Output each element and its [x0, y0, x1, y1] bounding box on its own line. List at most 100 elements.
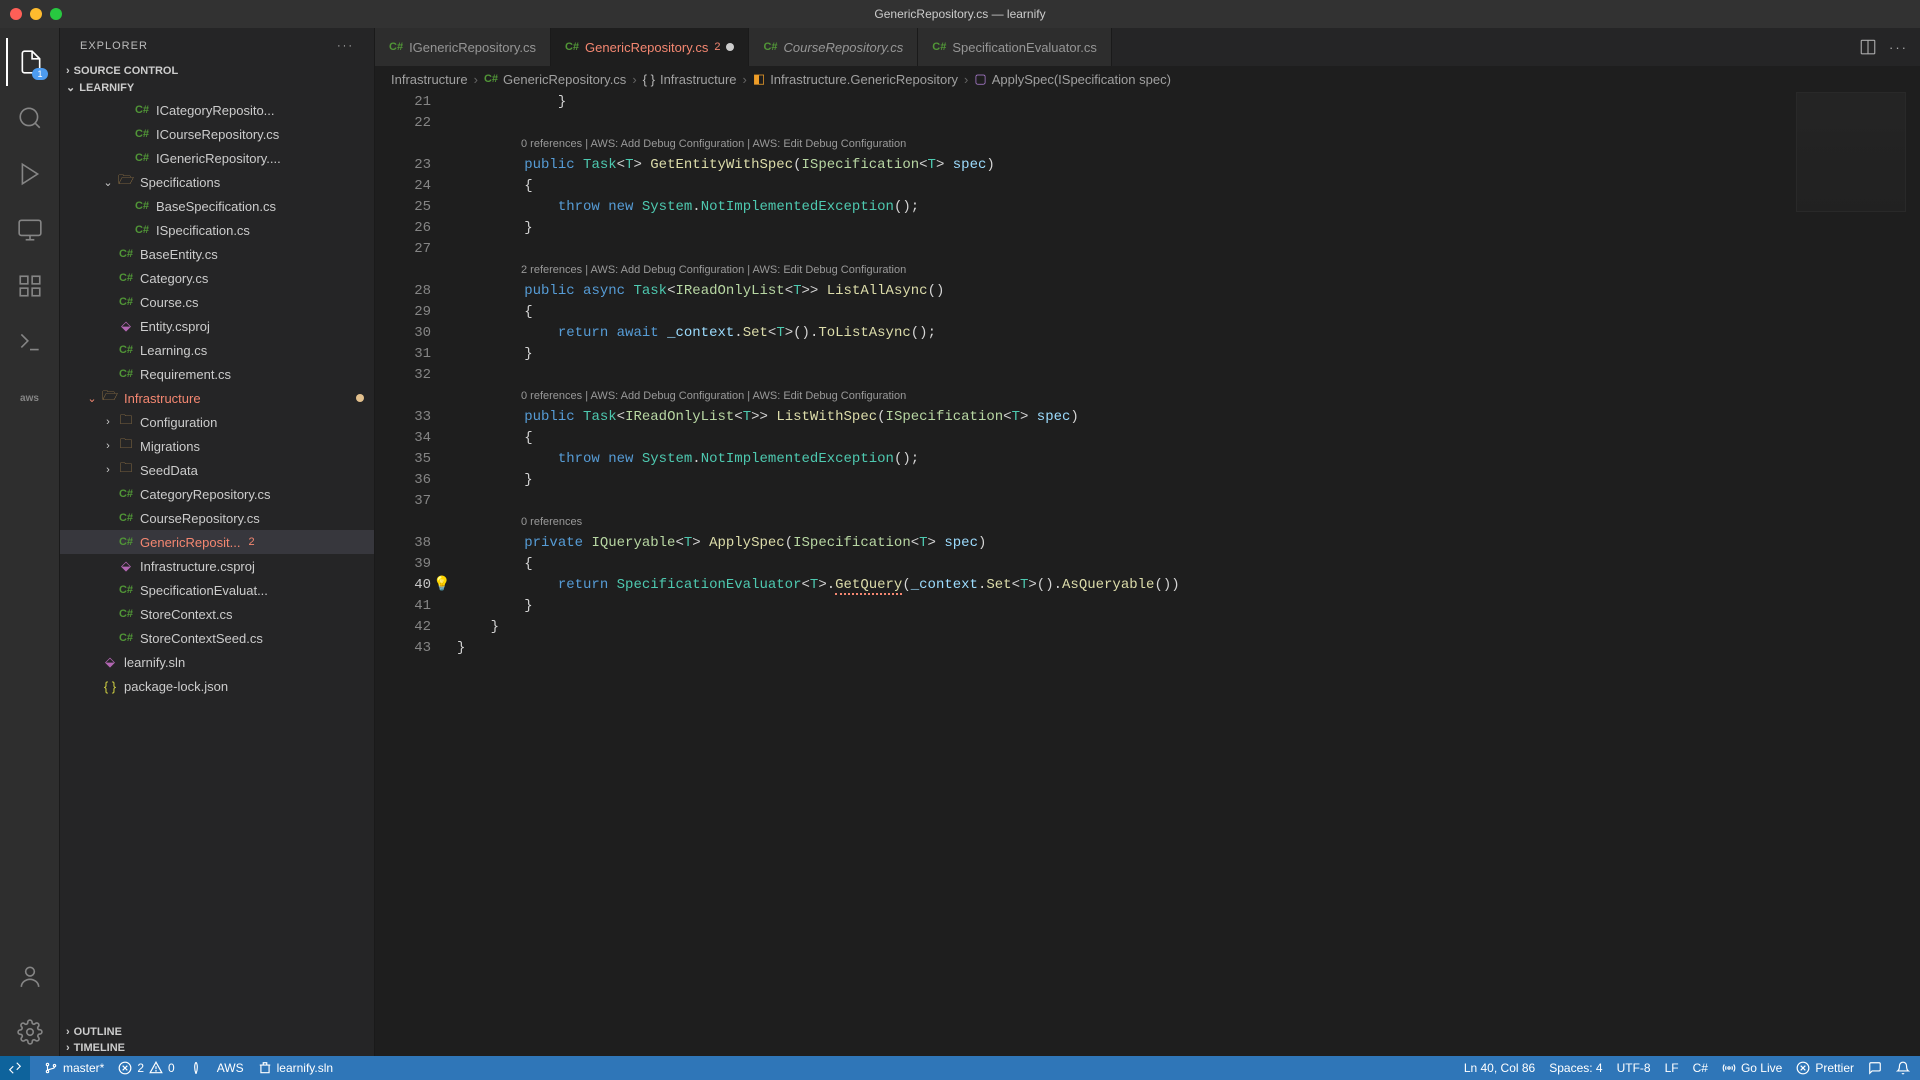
codelens[interactable]: 0 references: [457, 512, 1800, 533]
tree-item[interactable]: ⬙Entity.csproj: [60, 314, 374, 338]
tree-item[interactable]: C#CourseRepository.cs: [60, 506, 374, 530]
eol-status[interactable]: LF: [1665, 1061, 1679, 1075]
tree-item[interactable]: ⬙learnify.sln: [60, 650, 374, 674]
more-actions-icon[interactable]: ···: [1889, 40, 1908, 55]
code-line[interactable]: [457, 365, 1800, 386]
tree-item[interactable]: { }package-lock.json: [60, 674, 374, 698]
notifications-status[interactable]: [1896, 1061, 1910, 1075]
project-section[interactable]: ⌄ LEARNIFY: [60, 79, 374, 96]
tree-item[interactable]: C#GenericReposit...2: [60, 530, 374, 554]
code-line[interactable]: public Task<T> GetEntityWithSpec(ISpecif…: [457, 155, 1800, 176]
code-line[interactable]: return await _context.Set<T>().ToListAsy…: [457, 323, 1800, 344]
tree-item[interactable]: ›🗀SeedData: [60, 458, 374, 482]
breadcrumb-item[interactable]: ◧Infrastructure.GenericRepository: [753, 71, 958, 87]
code-line[interactable]: }: [457, 92, 1800, 113]
code-line[interactable]: throw new System.NotImplementedException…: [457, 197, 1800, 218]
code-line[interactable]: }: [457, 344, 1800, 365]
tree-item[interactable]: C#Category.cs: [60, 266, 374, 290]
minimize-window-button[interactable]: [30, 8, 42, 20]
code-line[interactable]: [457, 113, 1800, 134]
codelens[interactable]: 0 references | AWS: Add Debug Configurat…: [457, 386, 1800, 407]
encoding-status[interactable]: UTF-8: [1617, 1061, 1651, 1075]
minimap[interactable]: [1796, 92, 1906, 212]
go-live-status[interactable]: Go Live: [1722, 1061, 1782, 1075]
editor-tab[interactable]: C#GenericRepository.cs2: [551, 28, 750, 66]
tree-item[interactable]: C#Requirement.cs: [60, 362, 374, 386]
powershell-activity[interactable]: [6, 318, 54, 366]
aws-activity[interactable]: aws: [6, 374, 54, 422]
editor-tab[interactable]: C#SpecificationEvaluator.cs: [918, 28, 1112, 66]
code-line[interactable]: {: [457, 554, 1800, 575]
problems-status[interactable]: 2 0: [118, 1061, 174, 1075]
outline-section[interactable]: › OUTLINE: [60, 1024, 374, 1040]
code-line[interactable]: [457, 491, 1800, 512]
tree-item[interactable]: C#SpecificationEvaluat...: [60, 578, 374, 602]
explorer-activity[interactable]: 1: [6, 38, 54, 86]
tree-item[interactable]: C#StoreContextSeed.cs: [60, 626, 374, 650]
codelens[interactable]: 2 references | AWS: Add Debug Configurat…: [457, 260, 1800, 281]
code-content[interactable]: } 0 references | AWS: Add Debug Configura…: [457, 92, 1920, 1056]
code-line[interactable]: }: [457, 218, 1800, 239]
tree-item[interactable]: ⌄🗁Infrastructure: [60, 386, 374, 410]
close-window-button[interactable]: [10, 8, 22, 20]
tree-item[interactable]: C#CategoryRepository.cs: [60, 482, 374, 506]
tree-item[interactable]: C#Learning.cs: [60, 338, 374, 362]
code-line[interactable]: [457, 239, 1800, 260]
cursor-position[interactable]: Ln 40, Col 86: [1464, 1061, 1535, 1075]
file-tree[interactable]: C#ICategoryReposito...C#ICourseRepositor…: [60, 96, 374, 1024]
codelens[interactable]: 0 references | AWS: Add Debug Configurat…: [457, 134, 1800, 155]
tree-item[interactable]: ›🗀Migrations: [60, 434, 374, 458]
code-editor[interactable]: 2122 2324252627 2829303132 3334353637 38…: [375, 92, 1920, 1056]
extensions-activity[interactable]: [6, 262, 54, 310]
git-branch[interactable]: master*: [44, 1061, 104, 1075]
code-line[interactable]: 💡 return SpecificationEvaluator<T>.GetQu…: [457, 575, 1800, 596]
indentation-status[interactable]: Spaces: 4: [1549, 1061, 1602, 1075]
settings-activity[interactable]: [6, 1008, 54, 1056]
code-line[interactable]: }: [457, 638, 1800, 659]
aws-status[interactable]: AWS: [217, 1061, 244, 1075]
remote-activity[interactable]: [6, 206, 54, 254]
tree-item[interactable]: C#StoreContext.cs: [60, 602, 374, 626]
split-editor-icon[interactable]: [1859, 38, 1877, 56]
code-line[interactable]: {: [457, 302, 1800, 323]
sln-status[interactable]: learnify.sln: [258, 1061, 333, 1075]
code-line[interactable]: }: [457, 617, 1800, 638]
breadcrumb-item[interactable]: { }Infrastructure: [643, 72, 737, 87]
feedback-status[interactable]: [1868, 1061, 1882, 1075]
breadcrumb-item[interactable]: ▢ApplySpec(ISpecification spec): [974, 71, 1171, 87]
tree-item[interactable]: ⬙Infrastructure.csproj: [60, 554, 374, 578]
code-line[interactable]: }: [457, 470, 1800, 491]
sidebar-more-icon[interactable]: ···: [337, 40, 354, 52]
tree-item[interactable]: ›🗀Configuration: [60, 410, 374, 434]
language-status[interactable]: C#: [1693, 1061, 1708, 1075]
code-line[interactable]: {: [457, 428, 1800, 449]
lightbulb-icon[interactable]: 💡: [433, 575, 450, 596]
code-line[interactable]: public async Task<IReadOnlyList<T>> List…: [457, 281, 1800, 302]
remote-indicator[interactable]: [0, 1056, 30, 1080]
code-line[interactable]: throw new System.NotImplementedException…: [457, 449, 1800, 470]
code-line[interactable]: {: [457, 176, 1800, 197]
tree-item[interactable]: C#ICourseRepository.cs: [60, 122, 374, 146]
tree-item[interactable]: ⌄🗁Specifications: [60, 170, 374, 194]
breadcrumb-item[interactable]: Infrastructure: [391, 72, 468, 87]
account-activity[interactable]: [6, 952, 54, 1000]
editor-tab[interactable]: C#CourseRepository.cs: [749, 28, 918, 66]
tree-item[interactable]: C#IGenericRepository....: [60, 146, 374, 170]
debug-activity[interactable]: [6, 150, 54, 198]
tree-item[interactable]: C#BaseSpecification.cs: [60, 194, 374, 218]
breadcrumbs[interactable]: Infrastructure›C#GenericRepository.cs›{ …: [375, 66, 1920, 92]
tree-item[interactable]: C#ICategoryReposito...: [60, 98, 374, 122]
code-line[interactable]: }: [457, 596, 1800, 617]
live-status[interactable]: [189, 1061, 203, 1075]
prettier-status[interactable]: Prettier: [1796, 1061, 1854, 1075]
timeline-section[interactable]: › TIMELINE: [60, 1040, 374, 1056]
breadcrumb-item[interactable]: C#GenericRepository.cs: [484, 72, 626, 87]
tree-item[interactable]: C#BaseEntity.cs: [60, 242, 374, 266]
source-control-section[interactable]: › SOURCE CONTROL: [60, 63, 374, 79]
search-activity[interactable]: [6, 94, 54, 142]
tree-item[interactable]: C#Course.cs: [60, 290, 374, 314]
code-line[interactable]: private IQueryable<T> ApplySpec(ISpecifi…: [457, 533, 1800, 554]
code-line[interactable]: public Task<IReadOnlyList<T>> ListWithSp…: [457, 407, 1800, 428]
editor-tab[interactable]: C#IGenericRepository.cs: [375, 28, 551, 66]
tree-item[interactable]: C#ISpecification.cs: [60, 218, 374, 242]
